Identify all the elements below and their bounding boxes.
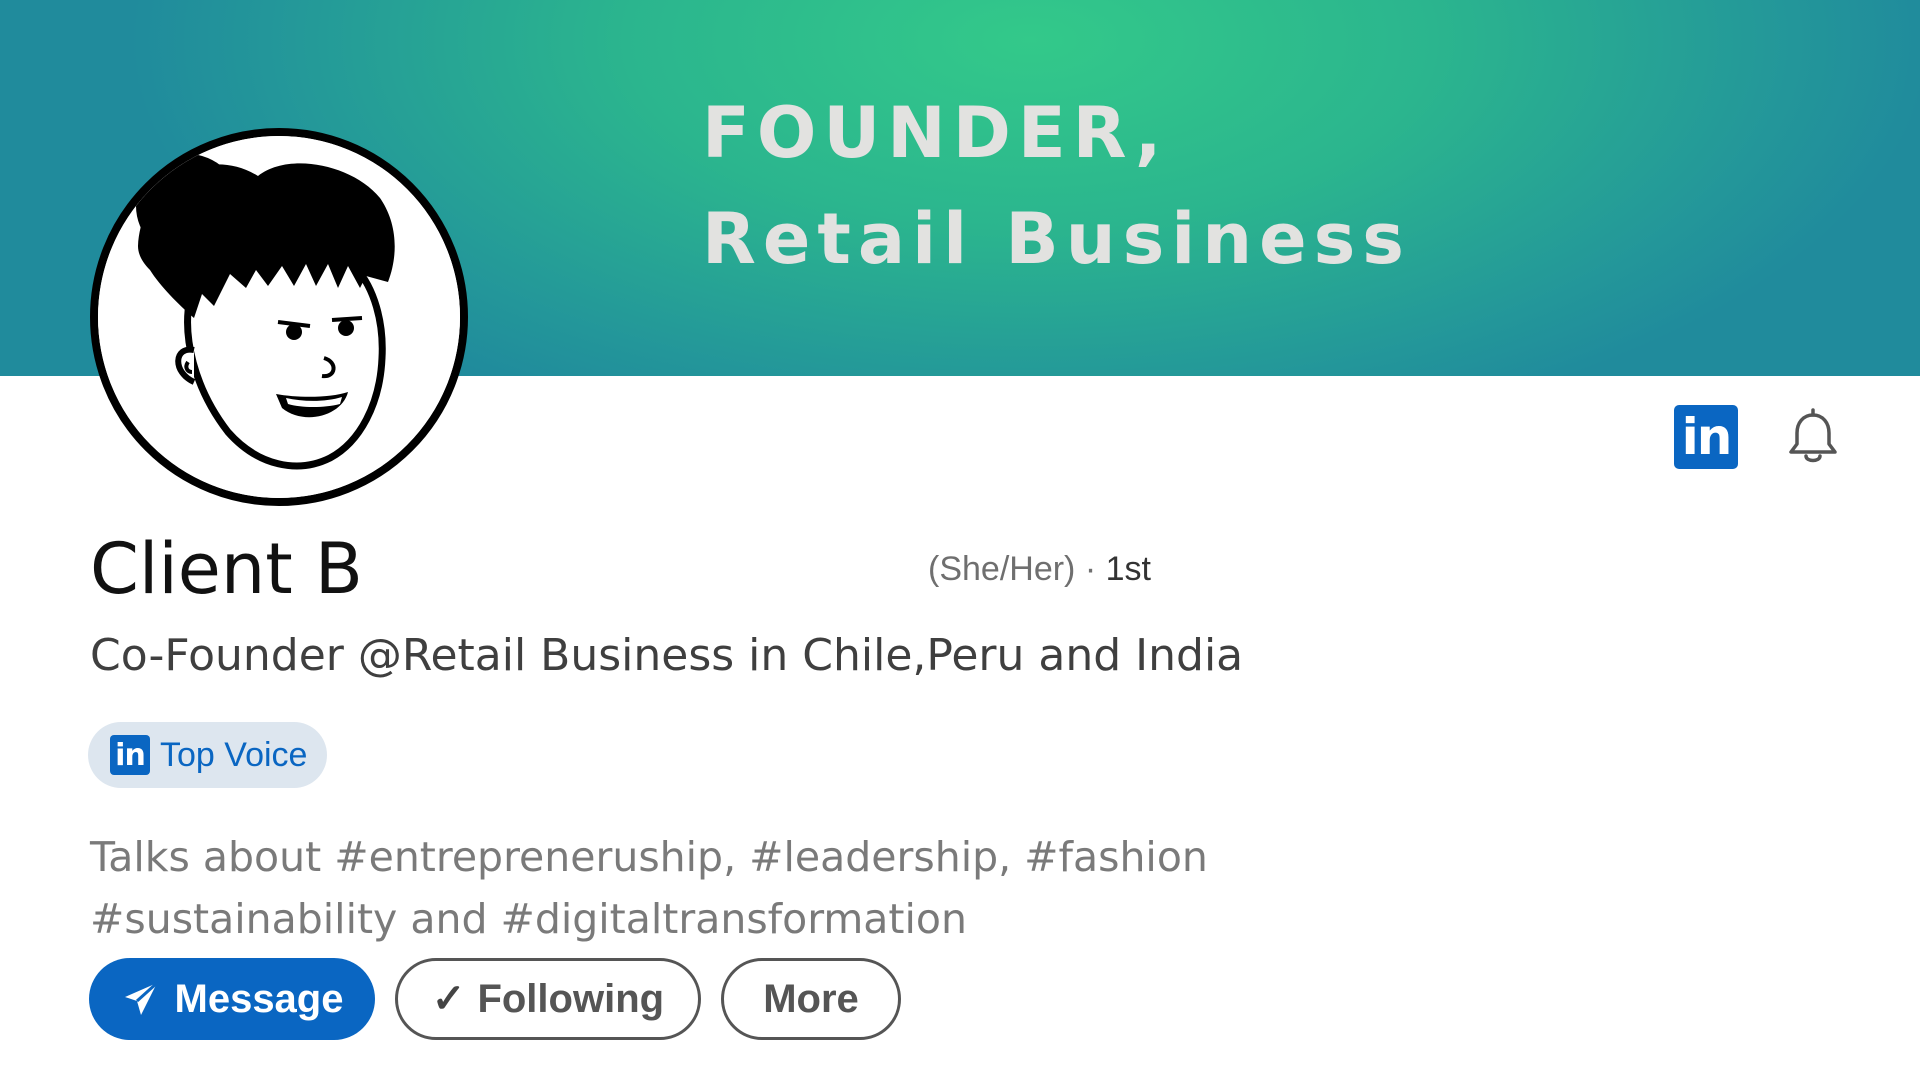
more-label: More: [763, 976, 859, 1021]
following-label: Following: [477, 976, 665, 1021]
profile-page: FOUNDER, Retail Business in Client B (Sh…: [0, 0, 1920, 1080]
profile-name: Client B: [90, 528, 363, 610]
linkedin-badge-icon: in: [110, 735, 150, 775]
talks-about-text: Talks about #entrepreneruship, #leadersh…: [90, 833, 1208, 943]
send-icon: [124, 981, 158, 1015]
message-label: Message: [174, 976, 344, 1021]
badge-label: Top Voice: [160, 735, 308, 774]
profile-headline: Co-Founder @Retail Business in Chile,Per…: [90, 630, 1244, 681]
connection-degree: 1st: [1105, 550, 1151, 588]
banner-title: FOUNDER,: [702, 92, 1169, 174]
pronouns-connection: (She/Her) · 1st: [928, 550, 1151, 589]
pronouns-text: (She/Her): [928, 550, 1076, 588]
avatar-illustration: [98, 136, 460, 498]
bell-icon[interactable]: [1782, 406, 1844, 468]
banner-subtitle: Retail Business: [702, 198, 1411, 280]
top-voice-badge[interactable]: in Top Voice: [88, 722, 328, 788]
check-icon: ✓: [431, 977, 466, 1021]
header-icons: in: [1674, 405, 1844, 469]
avatar[interactable]: [90, 128, 468, 506]
message-button[interactable]: Message: [89, 958, 375, 1040]
separator-dot: ·: [1075, 550, 1106, 588]
following-button[interactable]: ✓ Following: [395, 958, 701, 1040]
linkedin-logo-icon[interactable]: in: [1674, 405, 1738, 469]
profile-actions: Message ✓ Following More: [89, 958, 901, 1040]
more-button[interactable]: More: [721, 958, 901, 1040]
